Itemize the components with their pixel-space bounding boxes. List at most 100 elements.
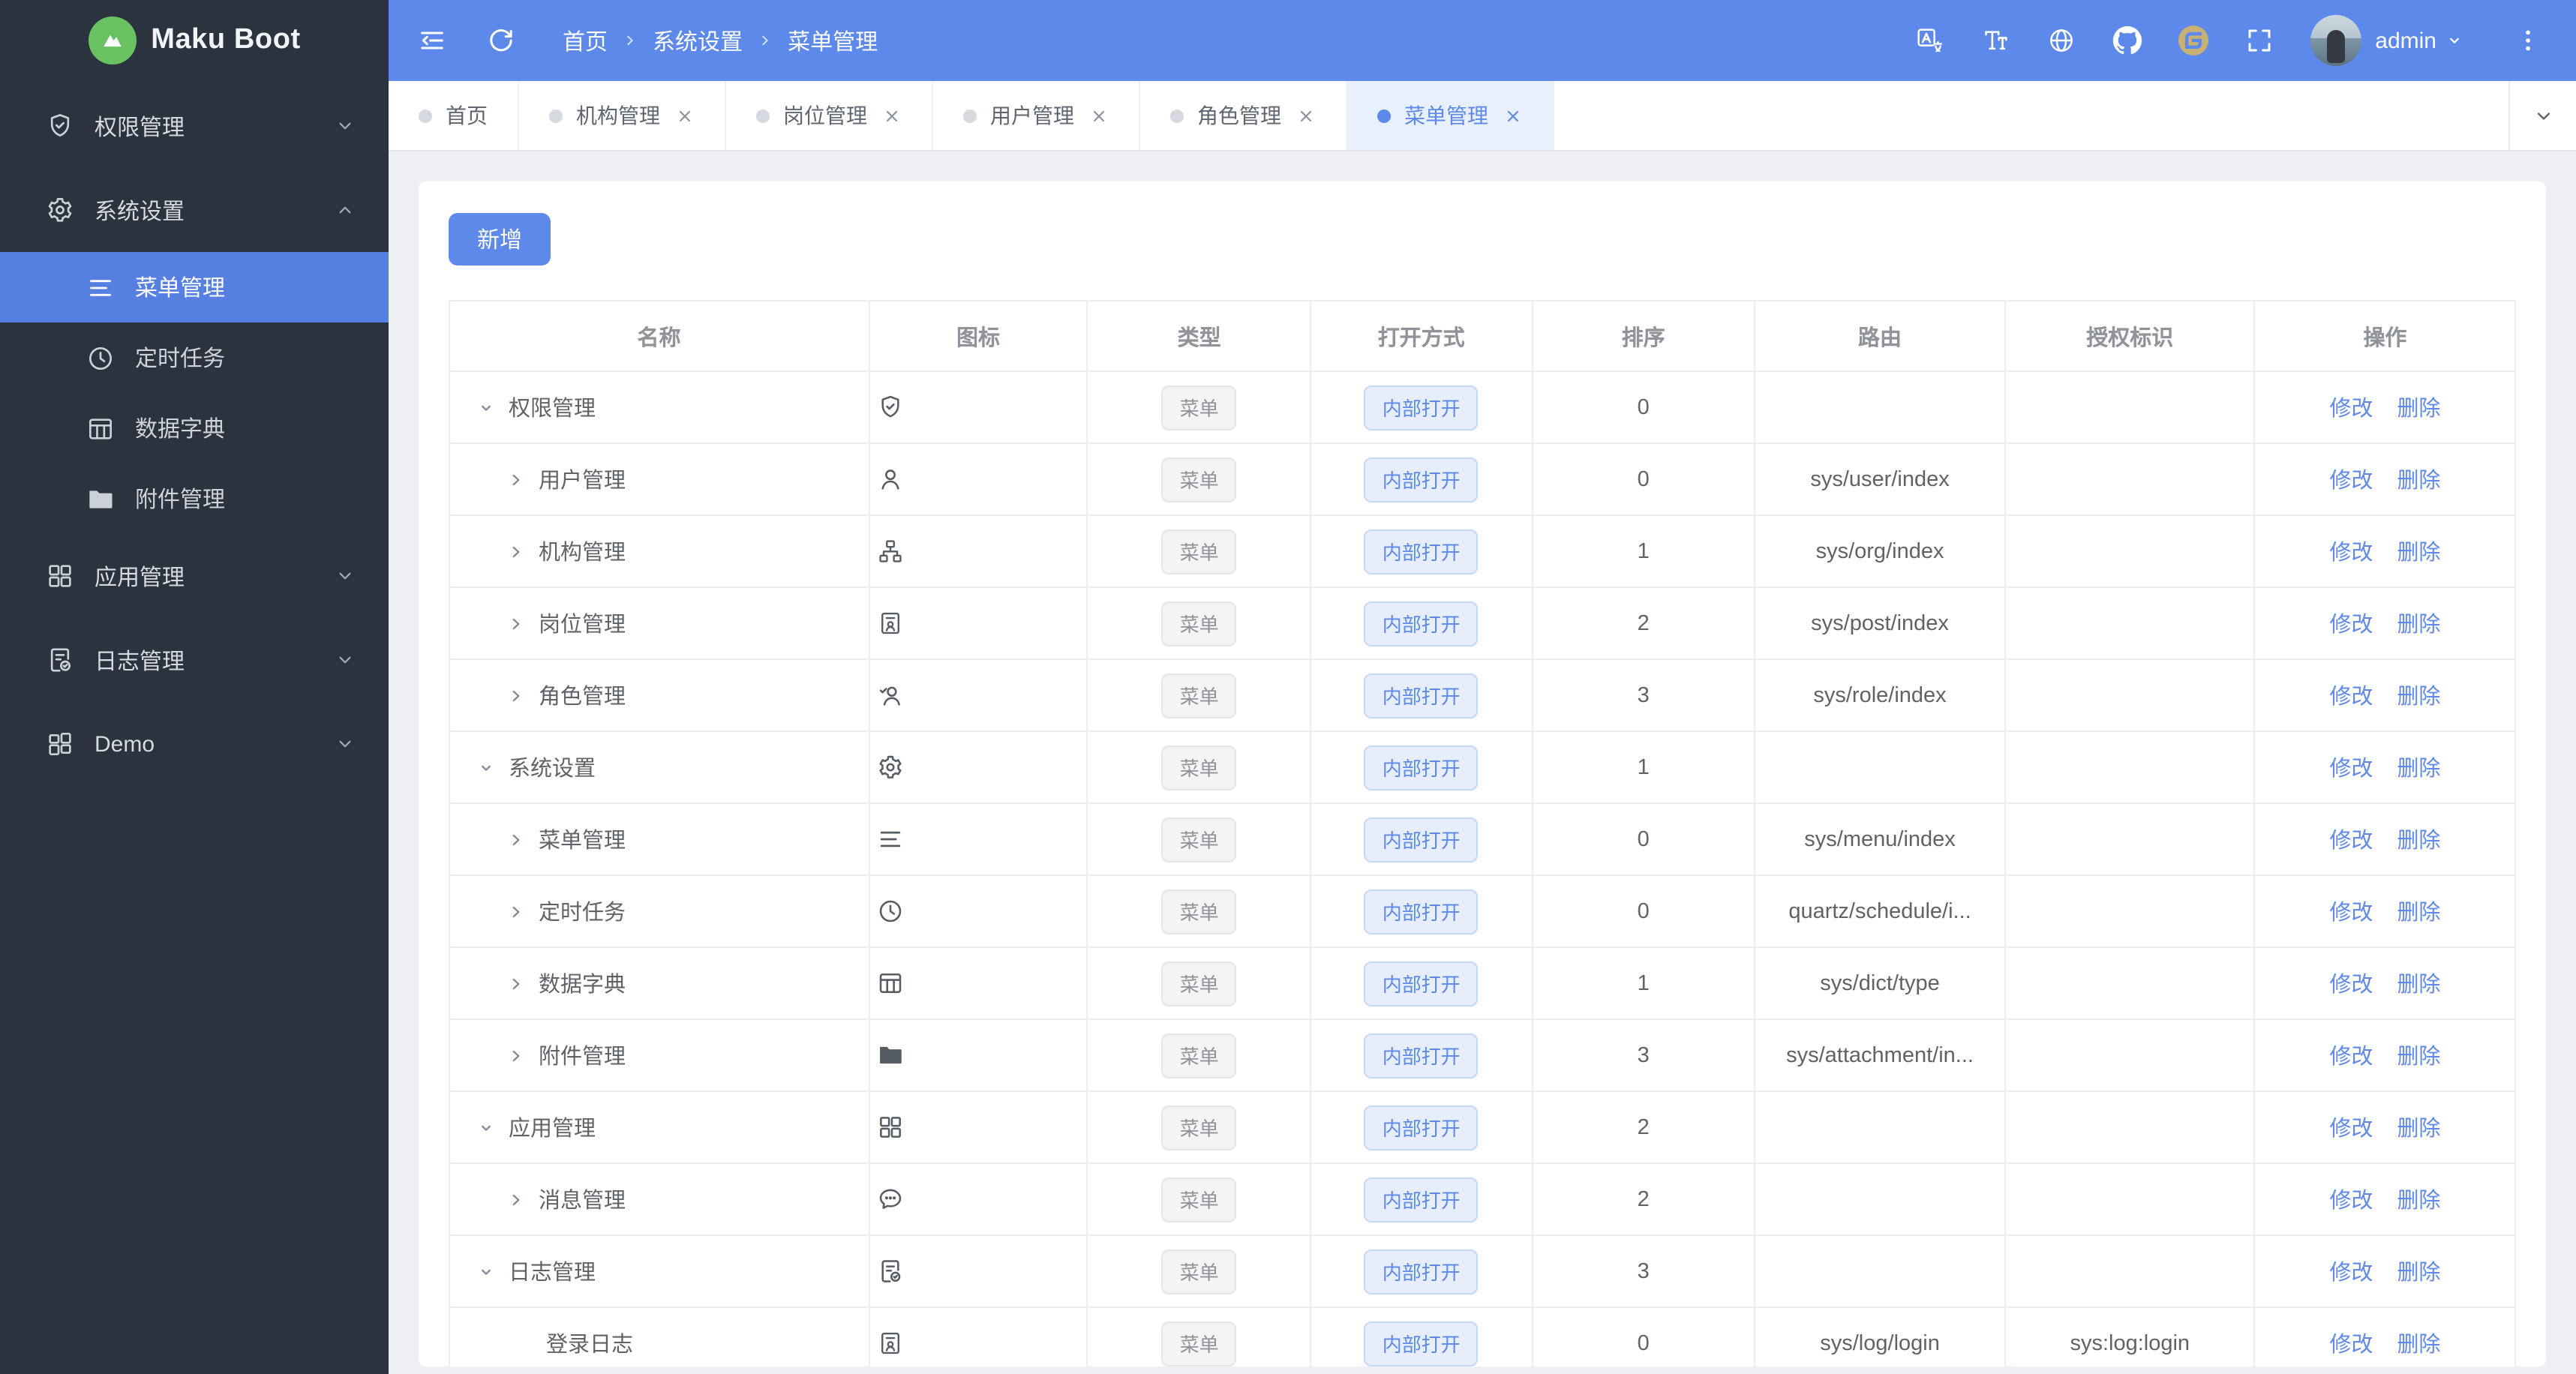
delete-link[interactable]: 删除 xyxy=(2397,614,2440,638)
translate-icon[interactable] xyxy=(1896,0,1962,81)
tab-close-icon[interactable] xyxy=(882,106,902,125)
edit-link[interactable]: 修改 xyxy=(2329,1190,2373,1214)
edit-link[interactable]: 修改 xyxy=(2329,1118,2373,1142)
tab-close-icon[interactable] xyxy=(1296,106,1316,125)
collapse-arrow-icon[interactable] xyxy=(476,1261,497,1282)
expand-arrow-icon[interactable] xyxy=(506,973,527,994)
sidebar-subitem-菜单管理[interactable]: 菜单管理 xyxy=(0,252,389,322)
delete-link[interactable]: 删除 xyxy=(2397,758,2440,782)
sidebar-item-label: 应用管理 xyxy=(95,565,185,590)
username[interactable]: admin xyxy=(2375,28,2436,53)
expand-arrow-icon[interactable] xyxy=(506,469,527,490)
tab-close-icon[interactable] xyxy=(1089,106,1109,125)
collapse-arrow-icon[interactable] xyxy=(476,1117,497,1138)
expand-arrow-icon[interactable] xyxy=(506,1189,527,1210)
tab-岗位管理[interactable]: 岗位管理 xyxy=(726,81,933,150)
delete-link[interactable]: 删除 xyxy=(2397,1262,2440,1286)
tab-菜单管理[interactable]: 菜单管理 xyxy=(1347,81,1554,150)
row-name: 角色管理 xyxy=(539,686,626,710)
breadcrumb-item[interactable]: 首页 xyxy=(563,25,608,56)
user-caret-down-icon[interactable] xyxy=(2444,30,2465,51)
delete-link[interactable]: 删除 xyxy=(2397,1118,2440,1142)
tab-close-icon[interactable] xyxy=(675,106,695,125)
fullscreen-icon[interactable] xyxy=(2226,0,2292,81)
delete-link[interactable]: 删除 xyxy=(2397,1190,2440,1214)
tab-角色管理[interactable]: 角色管理 xyxy=(1140,81,1347,150)
sidebar-item-5[interactable]: Demo xyxy=(0,702,389,786)
tabs: 首页 机构管理 岗位管理 用户管理 角色管理 菜单管理 xyxy=(389,81,2508,150)
edit-link[interactable]: 修改 xyxy=(2329,398,2373,422)
gitee-icon[interactable] xyxy=(2160,0,2226,81)
cell-icon xyxy=(869,587,1088,660)
delete-link[interactable]: 删除 xyxy=(2397,398,2440,422)
folder-icon xyxy=(86,484,116,514)
tab-用户管理[interactable]: 用户管理 xyxy=(933,81,1140,150)
edit-link[interactable]: 修改 xyxy=(2329,758,2373,782)
expand-arrow-icon[interactable] xyxy=(506,1045,527,1066)
edit-link[interactable]: 修改 xyxy=(2329,542,2373,566)
expand-arrow-icon[interactable] xyxy=(506,613,527,634)
expand-arrow-icon[interactable] xyxy=(506,829,527,850)
delete-link[interactable]: 删除 xyxy=(2397,686,2440,710)
cell-icon xyxy=(869,803,1088,876)
cell-actions: 修改 删除 xyxy=(2254,803,2516,876)
sidebar-subitem-附件管理[interactable]: 附件管理 xyxy=(0,464,389,534)
more-kebab-icon[interactable] xyxy=(2495,0,2561,81)
cell-auth xyxy=(2004,803,2256,876)
edit-link[interactable]: 修改 xyxy=(2329,830,2373,854)
collapse-arrow-icon[interactable] xyxy=(476,757,497,778)
expand-arrow-icon[interactable] xyxy=(506,901,527,922)
globe-icon[interactable] xyxy=(2028,0,2094,81)
delete-link[interactable]: 删除 xyxy=(2397,1334,2440,1358)
tab-首页[interactable]: 首页 xyxy=(389,81,519,150)
shield-icon xyxy=(45,111,75,141)
breadcrumb-item: 菜单管理 xyxy=(788,29,878,55)
cell-type: 菜单 xyxy=(1087,515,1312,588)
tab-label: 岗位管理 xyxy=(783,104,867,128)
edit-link[interactable]: 修改 xyxy=(2329,1046,2373,1070)
edit-link[interactable]: 修改 xyxy=(2329,470,2373,494)
edit-link[interactable]: 修改 xyxy=(2329,902,2373,926)
edit-link[interactable]: 修改 xyxy=(2329,1334,2373,1358)
grid-icon xyxy=(45,561,75,591)
sidebar-subitem-数据字典[interactable]: 数据字典 xyxy=(0,393,389,464)
content-card: 新增 名称 图标 类型 打开方式 排序 路由 授权标识 操作 权限管理 菜单 内部打开 0 修改 删除用… xyxy=(419,182,2546,1374)
cell-name: 菜单管理 xyxy=(449,803,870,876)
delete-link[interactable]: 删除 xyxy=(2397,470,2440,494)
expand-arrow-icon[interactable] xyxy=(506,685,527,706)
type-tag: 菜单 xyxy=(1161,457,1237,502)
delete-link[interactable]: 删除 xyxy=(2397,1046,2440,1070)
tab-机构管理[interactable]: 机构管理 xyxy=(519,81,726,150)
github-icon[interactable] xyxy=(2094,0,2160,81)
add-button[interactable]: 新增 xyxy=(449,213,551,266)
avatar[interactable] xyxy=(2310,15,2362,66)
sidebar-item-4[interactable]: 日志管理 xyxy=(0,618,389,702)
sidebar-item-3[interactable]: 应用管理 xyxy=(0,534,389,618)
table-row: 消息管理 菜单 内部打开 2 修改 删除 xyxy=(449,1163,2516,1236)
tab-close-icon[interactable] xyxy=(1503,106,1523,125)
delete-link[interactable]: 删除 xyxy=(2397,542,2440,566)
delete-link[interactable]: 删除 xyxy=(2397,902,2440,926)
collapse-arrow-icon[interactable] xyxy=(476,397,497,418)
delete-link[interactable]: 删除 xyxy=(2397,974,2440,998)
type-tag: 菜单 xyxy=(1161,1321,1237,1366)
sidebar: Maku Boot 权限管理 系统设置 菜单管理 定时任务 数据字典 附件管理 应用管理 日志… xyxy=(0,0,389,1374)
edit-link[interactable]: 修改 xyxy=(2329,974,2373,998)
expand-arrow-icon[interactable] xyxy=(506,541,527,562)
fontsize-icon[interactable] xyxy=(1962,0,2028,81)
tab-dot xyxy=(1170,109,1184,122)
edit-link[interactable]: 修改 xyxy=(2329,1262,2373,1286)
edit-link[interactable]: 修改 xyxy=(2329,614,2373,638)
sidebar-item-1[interactable]: 权限管理 xyxy=(0,84,389,168)
sidebar-subitem-定时任务[interactable]: 定时任务 xyxy=(0,322,389,393)
cell-icon xyxy=(869,443,1088,516)
cell-auth xyxy=(2004,371,2256,444)
edit-link[interactable]: 修改 xyxy=(2329,686,2373,710)
sidebar-item-2[interactable]: 系统设置 xyxy=(0,168,389,252)
refresh-icon[interactable] xyxy=(467,0,536,81)
delete-link[interactable]: 删除 xyxy=(2397,830,2440,854)
sidebar-fold-icon[interactable] xyxy=(398,0,467,81)
breadcrumb-item[interactable]: 系统设置 xyxy=(653,25,743,56)
tabs-more-chevron-icon[interactable] xyxy=(2508,81,2576,150)
type-tag: 菜单 xyxy=(1161,889,1237,934)
